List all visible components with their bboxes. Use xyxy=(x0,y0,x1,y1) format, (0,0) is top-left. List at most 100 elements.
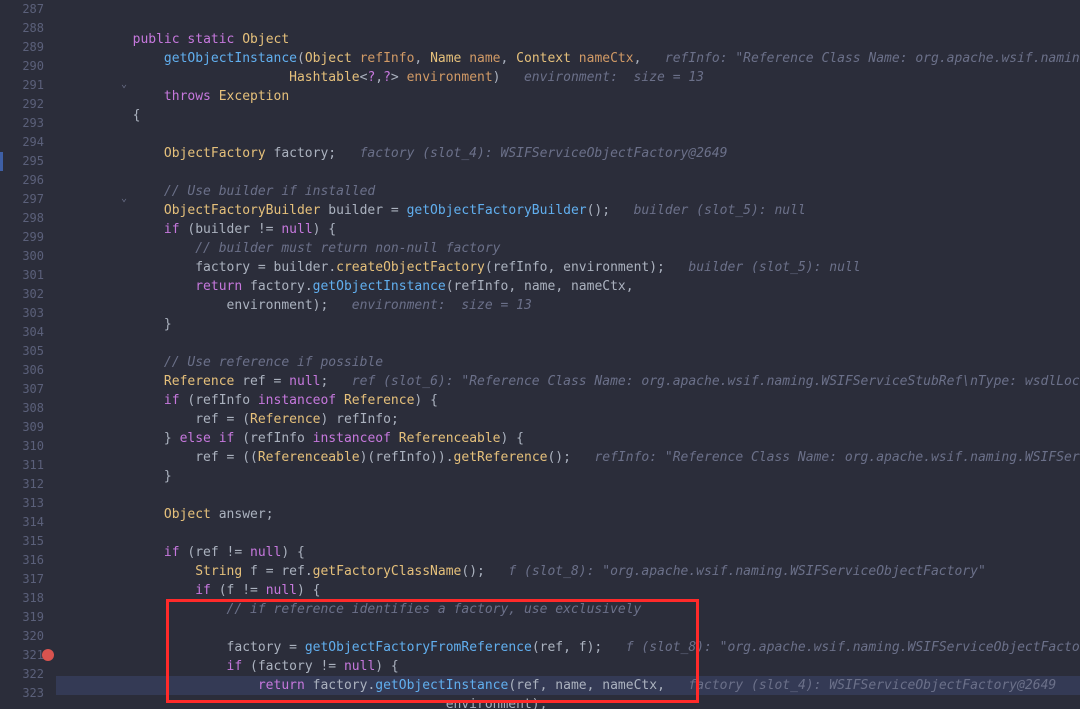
punctuation: ); xyxy=(587,640,626,655)
punctuation: ) { xyxy=(414,393,437,408)
line-number[interactable]: 309 xyxy=(0,418,56,437)
code-line[interactable] xyxy=(56,163,1080,182)
line-number[interactable]: 303 xyxy=(0,304,56,323)
code-line[interactable]: { xyxy=(56,106,1080,125)
line-number[interactable]: 296 xyxy=(0,171,56,190)
fold-icon[interactable]: ⌄ xyxy=(119,194,129,204)
code-line[interactable]: if (factory != null) { xyxy=(56,657,1080,676)
line-number[interactable]: 315 xyxy=(0,532,56,551)
line-number[interactable]: 294 xyxy=(0,133,56,152)
gutter[interactable]: 2872882892902912922932942952962972982993… xyxy=(0,0,56,709)
line-number[interactable]: 317 xyxy=(0,570,56,589)
line-number[interactable]: 314 xyxy=(0,513,56,532)
line-number[interactable]: 306 xyxy=(0,361,56,380)
type-name: ObjectFactory xyxy=(164,146,266,161)
code-line[interactable]: Reference ref = null; ref (slot_6): "Ref… xyxy=(56,372,1080,391)
punctuation: ) { xyxy=(313,222,336,237)
line-number[interactable]: 305 xyxy=(0,342,56,361)
line-number[interactable]: 292 xyxy=(0,95,56,114)
code-line[interactable]: Hashtable<?,?> environment) environment:… xyxy=(56,68,1080,87)
code-area[interactable]: public static Object getObjectInstance(O… xyxy=(56,0,1080,709)
code-line[interactable] xyxy=(56,524,1080,543)
inline-hint: f (slot_8): "org.apache.wsif.naming.WSIF… xyxy=(626,640,1080,655)
punctuation: { xyxy=(133,108,141,123)
code-line[interactable]: } else if (refInfo instanceof Referencea… xyxy=(56,429,1080,448)
breakpoint-icon[interactable] xyxy=(42,649,54,661)
code-line[interactable]: return factory.getObjectInstance(refInfo… xyxy=(56,277,1080,296)
line-number[interactable]: 311 xyxy=(0,456,56,475)
identifier: factory xyxy=(250,279,305,294)
line-number[interactable]: 308 xyxy=(0,399,56,418)
punctuation: , xyxy=(587,678,603,693)
line-number[interactable]: 293 xyxy=(0,114,56,133)
code-line[interactable]: Object answer; xyxy=(56,505,1080,524)
line-number[interactable]: 322 xyxy=(0,665,56,684)
line-number[interactable]: 287 xyxy=(0,0,56,19)
code-line[interactable]: environment); xyxy=(56,695,1080,709)
code-line[interactable] xyxy=(56,619,1080,638)
code-line[interactable]: String f = ref.getFactoryClassName(); f … xyxy=(56,562,1080,581)
code-line[interactable]: if (f != null) { xyxy=(56,581,1080,600)
code-line[interactable]: if (ref != null) { xyxy=(56,543,1080,562)
line-number[interactable]: 323 xyxy=(0,684,56,703)
punctuation: = xyxy=(281,640,304,655)
line-number[interactable]: 313 xyxy=(0,494,56,513)
line-number[interactable]: 297 xyxy=(0,190,56,209)
identifier: nameCtx xyxy=(571,279,626,294)
line-number[interactable]: 301 xyxy=(0,266,56,285)
line-number[interactable]: 291 xyxy=(0,76,56,95)
line-number[interactable]: 289 xyxy=(0,38,56,57)
comment-text: // if reference identifies a factory, us… xyxy=(227,602,642,617)
inline-hint: factory (slot_4): WSIFServiceObjectFacto… xyxy=(360,146,728,161)
line-number[interactable]: 316 xyxy=(0,551,56,570)
code-line[interactable] xyxy=(56,125,1080,144)
punctuation: != xyxy=(242,583,265,598)
punctuation: (); xyxy=(461,564,508,579)
type-name: Name xyxy=(430,51,461,66)
code-line[interactable] xyxy=(56,334,1080,353)
line-number[interactable]: 299 xyxy=(0,228,56,247)
code-line[interactable]: environment); environment: size = 13 xyxy=(56,296,1080,315)
code-line[interactable] xyxy=(56,486,1080,505)
punctuation: ( xyxy=(297,51,305,66)
code-line[interactable]: // Use builder if installed xyxy=(56,182,1080,201)
code-line[interactable]: // builder must return non-null factory xyxy=(56,239,1080,258)
method-name: getFactoryClassName xyxy=(313,564,462,579)
code-line[interactable]: ObjectFactoryBuilder builder = getObject… xyxy=(56,201,1080,220)
line-number[interactable]: 295 xyxy=(0,152,56,171)
line-number[interactable]: 298 xyxy=(0,209,56,228)
code-line[interactable]: ref = (Reference) refInfo; xyxy=(56,410,1080,429)
code-line[interactable]: if (refInfo instanceof Reference) { xyxy=(56,391,1080,410)
code-line[interactable]: throws Exception xyxy=(56,87,1080,106)
fold-icon[interactable]: ⌄ xyxy=(119,80,129,90)
line-number[interactable]: 312 xyxy=(0,475,56,494)
line-number[interactable]: 304 xyxy=(0,323,56,342)
line-number[interactable]: 310 xyxy=(0,437,56,456)
code-line[interactable]: getObjectInstance(Object refInfo, Name n… xyxy=(56,49,1080,68)
line-number[interactable]: 290 xyxy=(0,57,56,76)
code-line[interactable]: ObjectFactory factory; factory (slot_4):… xyxy=(56,144,1080,163)
line-number[interactable]: 288 xyxy=(0,19,56,38)
identifier: environment xyxy=(227,298,313,313)
code-line[interactable]: factory = getObjectFactoryFromReference(… xyxy=(56,638,1080,657)
keyword: instanceof xyxy=(313,431,391,446)
code-line[interactable]: // Use reference if possible xyxy=(56,353,1080,372)
line-number[interactable]: 307 xyxy=(0,380,56,399)
code-line[interactable]: factory = builder.createObjectFactory(re… xyxy=(56,258,1080,277)
line-number[interactable]: 320 xyxy=(0,627,56,646)
code-line[interactable]: } xyxy=(56,467,1080,486)
code-line[interactable]: public static Object xyxy=(56,30,1080,49)
punctuation: . xyxy=(305,564,313,579)
code-line[interactable]: } xyxy=(56,315,1080,334)
code-line[interactable]: if (builder != null) { xyxy=(56,220,1080,239)
code-line[interactable]: return factory.getObjectInstance(ref, na… xyxy=(56,676,1080,695)
punctuation: ) { xyxy=(501,431,524,446)
code-line[interactable]: // if reference identifies a factory, us… xyxy=(56,600,1080,619)
line-number[interactable]: 300 xyxy=(0,247,56,266)
code-line[interactable]: ref = ((Referenceable)(refInfo)).getRefe… xyxy=(56,448,1080,467)
line-number[interactable]: 302 xyxy=(0,285,56,304)
line-number[interactable]: 318 xyxy=(0,589,56,608)
line-number[interactable]: 319 xyxy=(0,608,56,627)
punctuation: . xyxy=(305,279,313,294)
code-editor[interactable]: 2872882892902912922932942952962972982993… xyxy=(0,0,1080,709)
